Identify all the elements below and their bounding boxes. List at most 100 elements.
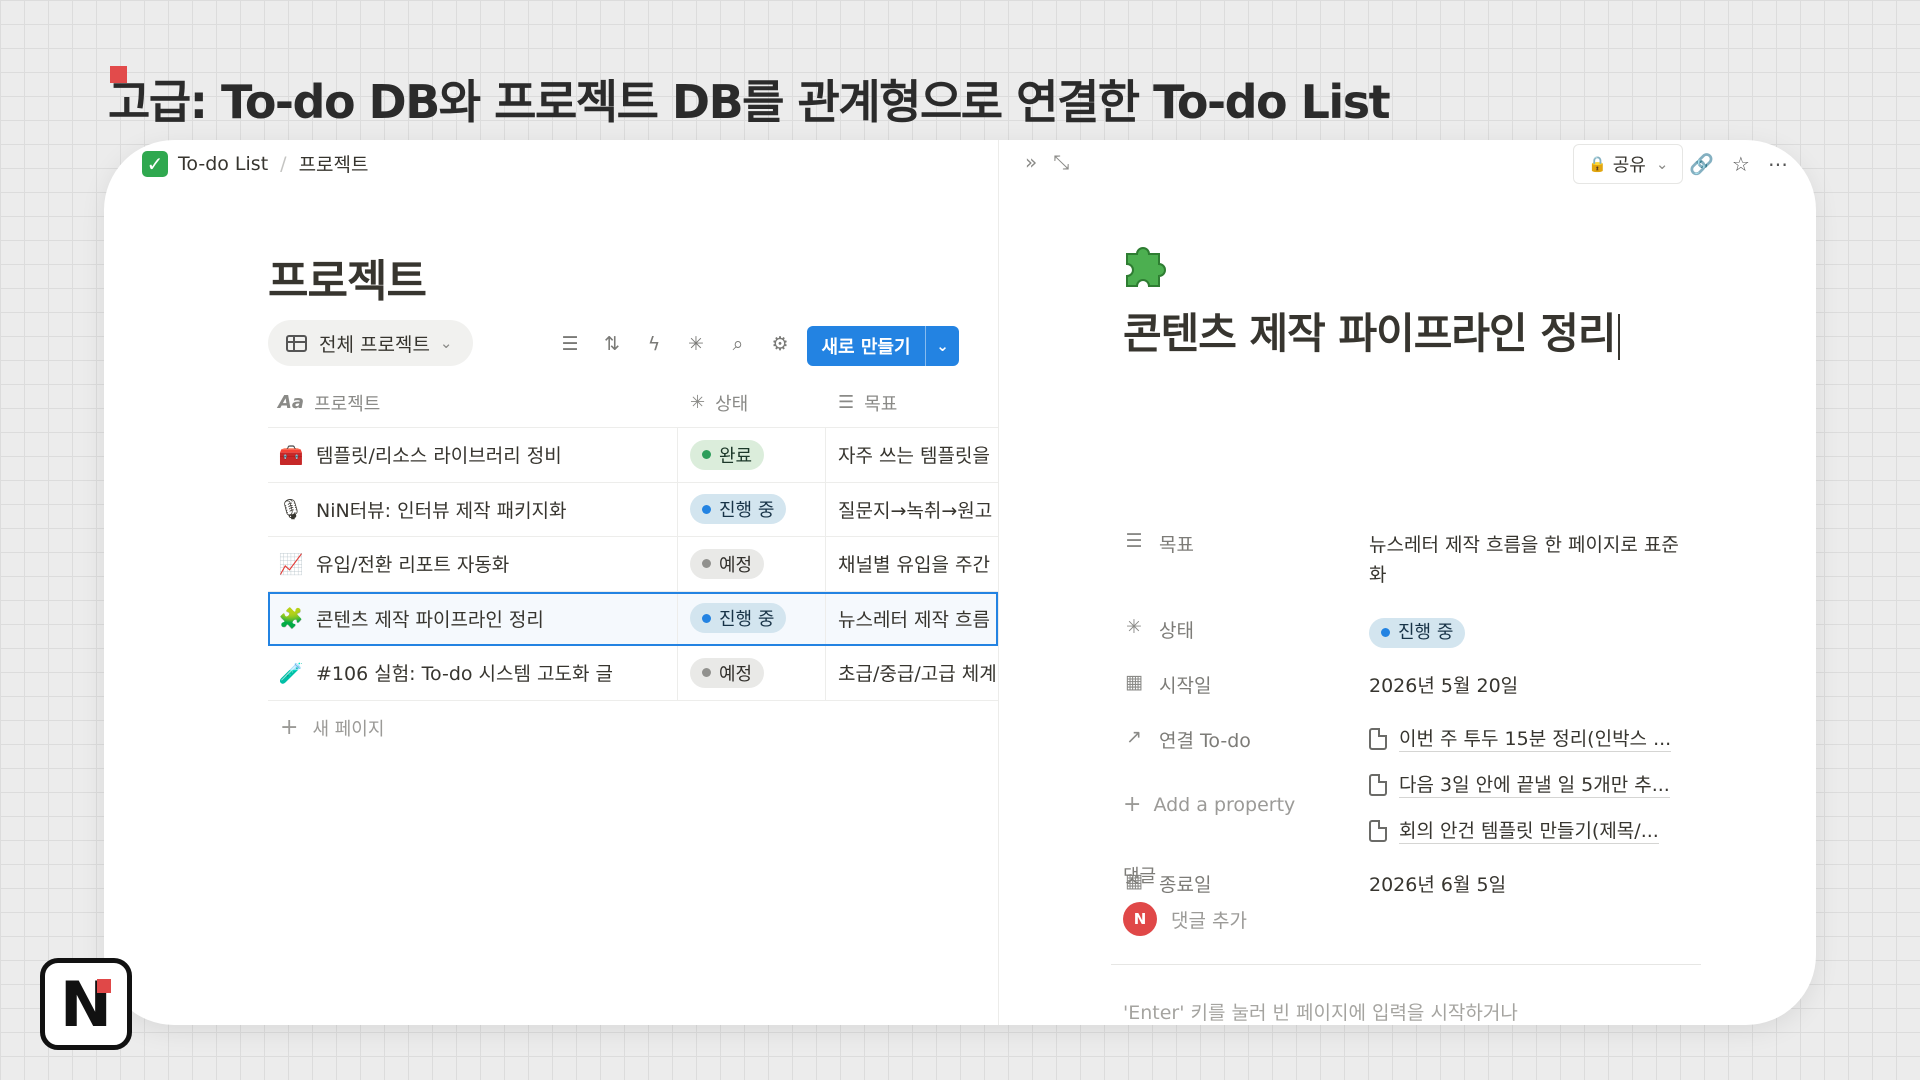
property-label: ✳ 상태 <box>1123 616 1369 648</box>
add-property-button[interactable]: + Add a property <box>1123 792 1295 817</box>
row-title[interactable]: 템플릿/리소스 라이브러리 정비 <box>316 441 562 468</box>
new-page-label: 새 페이지 <box>312 718 385 740</box>
status-dot <box>702 450 711 460</box>
text-icon: ☰ <box>838 392 855 413</box>
settings-sliders-icon[interactable]: ⚙ <box>766 330 794 358</box>
column-header-status[interactable]: ✳ 상태 <box>678 378 826 427</box>
start-date-value[interactable]: 2026년 5월 20일 <box>1369 671 1683 701</box>
puzzle-icon[interactable] <box>1117 236 1173 292</box>
sort-icon[interactable]: ⇅ <box>598 330 626 358</box>
column-header-project[interactable]: Aa 프로젝트 <box>268 378 678 427</box>
filter-icon[interactable]: ☰ <box>556 330 584 358</box>
close-peek-icon[interactable]: » <box>1025 150 1037 174</box>
slide-title: 고급: To-do DB와 프로젝트 DB를 관계형으로 연결한 To-do L… <box>108 75 1391 129</box>
relation-item[interactable]: 이번 주 투두 15분 정리(인박스 ... <box>1369 720 1683 758</box>
page-title[interactable]: 콘텐츠 제작 파이프라인 정리 <box>1123 300 1620 361</box>
puzzle-icon: 🧩 <box>278 606 304 631</box>
relation-item[interactable]: 회의 안건 템플릿 만들기(제목/... <box>1369 812 1683 850</box>
title-property-icon: Aa <box>278 392 305 413</box>
row-title[interactable]: NiN터뷰: 인터뷰 제작 패키지화 <box>316 496 567 523</box>
view-tab-all-projects[interactable]: 전체 프로젝트 ⌄ <box>268 320 473 366</box>
property-start-date[interactable]: ▦ 시작일 2026년 5월 20일 <box>1123 671 1683 701</box>
cell-goal[interactable]: 질문지→녹취→원고 <box>826 483 998 537</box>
cell-name: 📈 유입/전환 리포트 자동화 <box>268 537 678 591</box>
relation-list: 이번 주 투두 15분 정리(인박스 ... 다음 3일 안에 끝낼 일 5개만… <box>1369 720 1683 850</box>
brand-logo: N <box>40 958 132 1050</box>
cell-status: 완료 <box>678 428 826 482</box>
relation-title: 회의 안건 템플릿 만들기(제목/... <box>1399 819 1659 844</box>
comment-placeholder: 댓글 추가 <box>1171 909 1247 932</box>
table-row-selected[interactable]: 🧩 콘텐츠 제작 파이프라인 정리 진행 중 뉴스레터 제작 흐름 <box>268 591 998 646</box>
table-row[interactable]: 🎙 NiN터뷰: 인터뷰 제작 패키지화 진행 중 질문지→녹취→원고 <box>268 482 998 537</box>
status-text: 진행 중 <box>719 609 775 631</box>
table-row[interactable]: 🧰 템플릿/리소스 라이브러리 정비 완료 자주 쓰는 템플릿을 <box>268 428 998 483</box>
column-header-goal[interactable]: ☰ 목표 <box>826 378 998 427</box>
label-text: 시작일 <box>1159 675 1212 697</box>
toolbox-icon: 🧰 <box>278 442 304 467</box>
end-date-value[interactable]: 2026년 6월 5일 <box>1369 870 1683 900</box>
chart-up-icon: 📈 <box>278 551 304 576</box>
status-value[interactable]: 진행 중 <box>1369 616 1683 648</box>
more-icon[interactable]: ⋯ <box>1768 152 1788 176</box>
cell-name: 🧪 #106 실험: To-do 시스템 고도화 글 <box>268 646 678 700</box>
cell-goal[interactable]: 초급/중급/고급 체계 <box>826 646 998 700</box>
table-row[interactable]: 🧪 #106 실험: To-do 시스템 고도화 글 예정 초급/중급/고급 체… <box>268 646 998 701</box>
row-title[interactable]: #106 실험: To-do 시스템 고도화 글 <box>316 659 613 686</box>
relation-title: 이번 주 투두 15분 정리(인박스 ... <box>1399 727 1672 752</box>
label-text: 종료일 <box>1159 874 1212 896</box>
property-status[interactable]: ✳ 상태 진행 중 <box>1123 616 1683 648</box>
microphone-icon: 🎙 <box>278 497 304 522</box>
new-button[interactable]: 새로 만들기 ⌄ <box>807 326 959 366</box>
column-label: 목표 <box>864 393 898 415</box>
cell-name: 🧰 템플릿/리소스 라이브러리 정비 <box>268 428 678 482</box>
search-icon[interactable]: ⌕ <box>724 330 752 358</box>
database-title[interactable]: 프로젝트 <box>268 245 427 309</box>
checkmark-icon: ✓ <box>142 150 168 177</box>
status-text: 진행 중 <box>1398 621 1454 643</box>
view-tab-label: 전체 프로젝트 <box>319 333 430 356</box>
app-window: ✓ To-do List / 프로젝트 프로젝트 전체 프로젝트 ⌄ ☰ ⇅ ϟ… <box>104 140 1816 1025</box>
status-badge[interactable]: 예정 <box>690 657 765 688</box>
cell-name: 🧩 콘텐츠 제작 파이프라인 정리 <box>268 591 678 645</box>
property-label: ▦ 종료일 <box>1123 870 1369 900</box>
plus-icon: + <box>1123 792 1142 817</box>
star-icon[interactable]: ☆ <box>1732 152 1750 176</box>
property-end-date[interactable]: ▦ 종료일 2026년 6월 5일 <box>1123 870 1683 900</box>
status-badge[interactable]: 진행 중 <box>690 494 787 525</box>
cell-goal[interactable]: 채널별 유입을 주간 <box>826 537 998 591</box>
cell-goal[interactable]: 뉴스레터 제작 흐름 <box>826 592 998 646</box>
new-page-button[interactable]: + 새 페이지 <box>268 701 998 755</box>
expand-icon[interactable]: ⤡ <box>1053 150 1069 174</box>
row-title[interactable]: 콘텐츠 제작 파이프라인 정리 <box>316 605 544 632</box>
lock-icon: 🔒 <box>1588 155 1607 173</box>
logo-red-mark <box>97 979 111 993</box>
link-icon[interactable]: 🔗 <box>1689 152 1714 176</box>
status-badge[interactable]: 진행 중 <box>690 603 787 634</box>
status-badge[interactable]: 진행 중 <box>1369 617 1466 648</box>
cell-goal[interactable]: 자주 쓰는 템플릿을 <box>826 428 998 482</box>
automation-bolt-icon[interactable]: ϟ <box>640 330 668 358</box>
share-button[interactable]: 🔒 공유 ⌄ <box>1573 144 1684 184</box>
loading-status-icon[interactable]: ✳ <box>682 330 710 358</box>
row-title[interactable]: 유입/전환 리포트 자동화 <box>316 550 509 577</box>
status-badge[interactable]: 완료 <box>690 439 765 470</box>
page-actions: 🔗 ☆ ⋯ <box>1689 152 1788 176</box>
editor-hint[interactable]: 'Enter' 키를 눌러 빈 페이지에 입력을 시작하거나 <box>1123 998 1518 1025</box>
chevron-down-icon[interactable]: ⌄ <box>925 326 959 366</box>
plus-icon: + <box>280 715 299 740</box>
divider <box>1111 964 1701 965</box>
add-comment-input[interactable]: N 댓글 추가 <box>1123 902 1247 936</box>
cell-status: 진행 중 <box>678 591 826 645</box>
property-relation[interactable]: ↗ 연결 To-do 이번 주 투두 15분 정리(인박스 ... 다음 3일 안… <box>1123 720 1683 850</box>
relation-item[interactable]: 다음 3일 안에 끝낼 일 5개만 추... <box>1369 766 1683 804</box>
breadcrumb-current[interactable]: 프로젝트 <box>299 150 369 177</box>
status-text: 완료 <box>719 445 753 467</box>
property-goal[interactable]: ☰ 목표 뉴스레터 제작 흐름을 한 페이지로 표준화 <box>1123 530 1683 590</box>
status-dot <box>1381 628 1390 637</box>
label-text: 상태 <box>1159 620 1194 642</box>
status-icon: ✳ <box>1126 616 1142 638</box>
goal-value[interactable]: 뉴스레터 제작 흐름을 한 페이지로 표준화 <box>1369 530 1683 590</box>
table-row[interactable]: 📈 유입/전환 리포트 자동화 예정 채널별 유입을 주간 <box>268 537 998 592</box>
status-badge[interactable]: 예정 <box>690 548 765 579</box>
breadcrumb-root[interactable]: To-do List <box>178 153 268 175</box>
